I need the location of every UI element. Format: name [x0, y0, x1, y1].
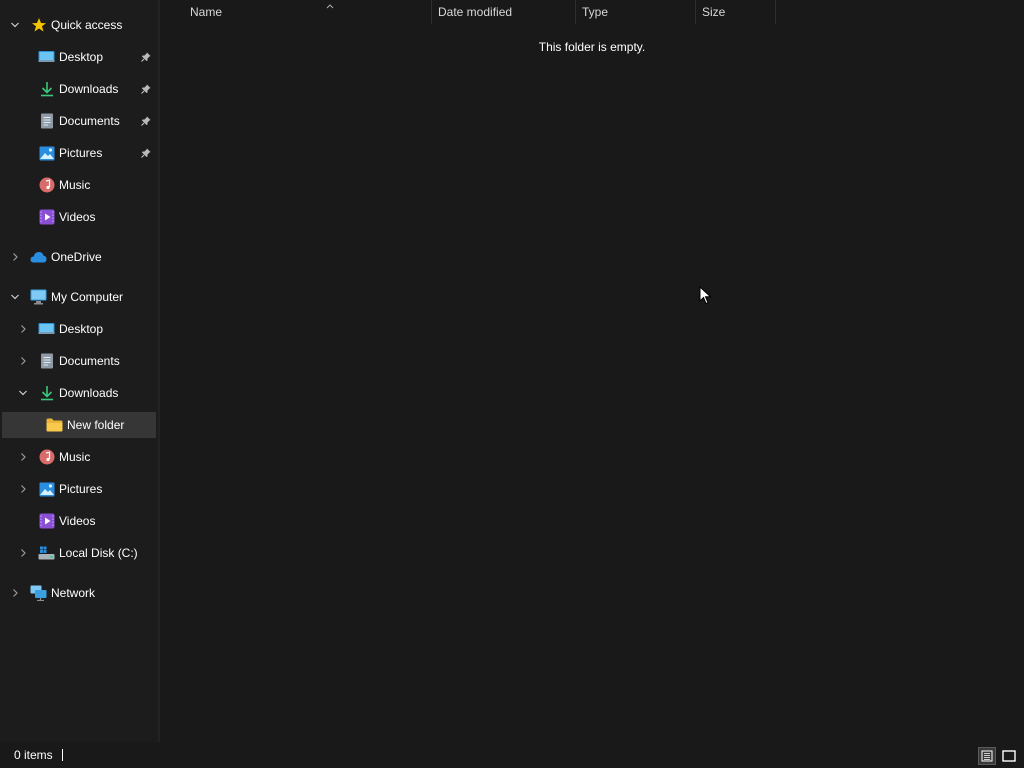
details-view-button[interactable] — [978, 747, 996, 765]
pin-icon[interactable] — [140, 147, 152, 159]
star-icon — [30, 17, 47, 34]
column-header-type[interactable]: Type — [576, 0, 696, 24]
sidebar-item-desktop[interactable]: Desktop — [2, 44, 156, 70]
sidebar-item-label: Downloads — [59, 82, 119, 96]
chevron-down-icon[interactable] — [9, 291, 21, 303]
videos-icon — [38, 209, 55, 226]
chevron-right-icon[interactable] — [17, 483, 29, 495]
column-header-label: Type — [582, 5, 609, 19]
sidebar-item-videos[interactable]: Videos — [2, 204, 156, 230]
chevron-right-icon[interactable] — [17, 355, 29, 367]
sidebar-item-label: Local Disk (C:) — [59, 546, 138, 560]
sidebar-item-label: OneDrive — [51, 250, 102, 264]
sidebar-item-label: Desktop — [59, 50, 104, 64]
sidebar-item-label: Pictures — [59, 146, 103, 160]
chevron-right-icon[interactable] — [9, 587, 21, 599]
large-icons-view-icon — [1002, 750, 1016, 762]
music-icon — [38, 449, 55, 466]
folder-icon — [46, 417, 63, 434]
status-separator — [62, 749, 63, 761]
navigation-pane[interactable]: Quick access Desktop Downloads Documents… — [0, 0, 158, 742]
sidebar-item-label: Documents — [59, 114, 120, 128]
documents-icon — [38, 113, 55, 130]
sidebar-item-documents[interactable]: Documents — [2, 348, 156, 374]
sidebar-item-onedrive[interactable]: OneDrive — [2, 244, 156, 270]
column-header-date-modified[interactable]: Date modified — [432, 0, 576, 24]
sidebar-item-my-computer[interactable]: My Computer — [2, 284, 156, 310]
sidebar-item-music[interactable]: Music — [2, 172, 156, 198]
sidebar-item-label: Music — [59, 178, 91, 192]
sidebar-item-label: Network — [51, 586, 96, 600]
sidebar-item-pictures[interactable]: Pictures — [2, 140, 156, 166]
empty-folder-message: This folder is empty. — [538, 40, 646, 54]
sidebar-item-label: Downloads — [59, 386, 119, 400]
chevron-down-icon[interactable] — [17, 387, 29, 399]
column-header-name[interactable]: Name — [184, 0, 432, 24]
details-view-icon — [981, 750, 993, 762]
status-bar: 0 items — [0, 742, 1024, 768]
music-icon — [38, 177, 55, 194]
sidebar-item-music[interactable]: Music — [2, 444, 156, 470]
file-list-view[interactable]: Name Date modified Type Size This folder… — [160, 0, 1024, 742]
sidebar-item-local-disk[interactable]: Local Disk (C:) — [2, 540, 156, 566]
desktop-icon — [38, 321, 55, 338]
sidebar-item-network[interactable]: Network — [2, 580, 156, 606]
sidebar-item-videos[interactable]: Videos — [2, 508, 156, 534]
sidebar-item-documents[interactable]: Documents — [2, 108, 156, 134]
sidebar-item-label: Documents — [59, 354, 120, 368]
download-icon — [38, 81, 55, 98]
download-icon — [38, 385, 55, 402]
pictures-icon — [38, 481, 55, 498]
file-explorer-window: Quick access Desktop Downloads Documents… — [0, 0, 1024, 768]
sidebar-item-quick-access[interactable]: Quick access — [2, 12, 156, 38]
chevron-right-icon[interactable] — [17, 323, 29, 335]
sidebar-item-label: Quick access — [51, 18, 123, 32]
videos-icon — [38, 513, 55, 530]
sidebar-item-downloads[interactable]: Downloads — [2, 76, 156, 102]
sidebar-item-label: New folder — [67, 418, 125, 432]
pin-icon[interactable] — [140, 83, 152, 95]
large-icons-view-button[interactable] — [1000, 747, 1018, 765]
sidebar-item-label: My Computer — [51, 290, 124, 304]
sidebar-item-pictures[interactable]: Pictures — [2, 476, 156, 502]
chevron-right-icon[interactable] — [17, 451, 29, 463]
sidebar-item-label: Pictures — [59, 482, 103, 496]
item-count: 0 items — [14, 748, 53, 762]
column-header-label: Name — [190, 5, 223, 19]
pictures-icon — [38, 145, 55, 162]
sidebar-item-downloads[interactable]: Downloads — [2, 380, 156, 406]
chevron-right-icon[interactable] — [9, 251, 21, 263]
documents-icon — [38, 353, 55, 370]
sidebar-item-label: Videos — [59, 210, 96, 224]
desktop-icon — [38, 49, 55, 66]
column-header-label: Size — [702, 5, 726, 19]
computer-icon — [30, 289, 47, 306]
chevron-down-icon[interactable] — [9, 19, 21, 31]
sidebar-item-label: Music — [59, 450, 91, 464]
sidebar-item-label: Desktop — [59, 322, 104, 336]
mouse-cursor-icon — [699, 286, 712, 305]
sidebar-item-label: Videos — [59, 514, 96, 528]
drive-icon — [38, 545, 55, 562]
cloud-icon — [30, 249, 47, 266]
pin-icon[interactable] — [140, 115, 152, 127]
pin-icon[interactable] — [140, 51, 152, 63]
column-header-size[interactable]: Size — [696, 0, 776, 24]
chevron-right-icon[interactable] — [17, 547, 29, 559]
network-icon — [30, 585, 47, 602]
sidebar-item-desktop[interactable]: Desktop — [2, 316, 156, 342]
column-header-label: Date modified — [438, 5, 513, 19]
sort-ascending-icon — [326, 0, 334, 12]
sidebar-item-new-folder[interactable]: New folder — [2, 412, 156, 438]
